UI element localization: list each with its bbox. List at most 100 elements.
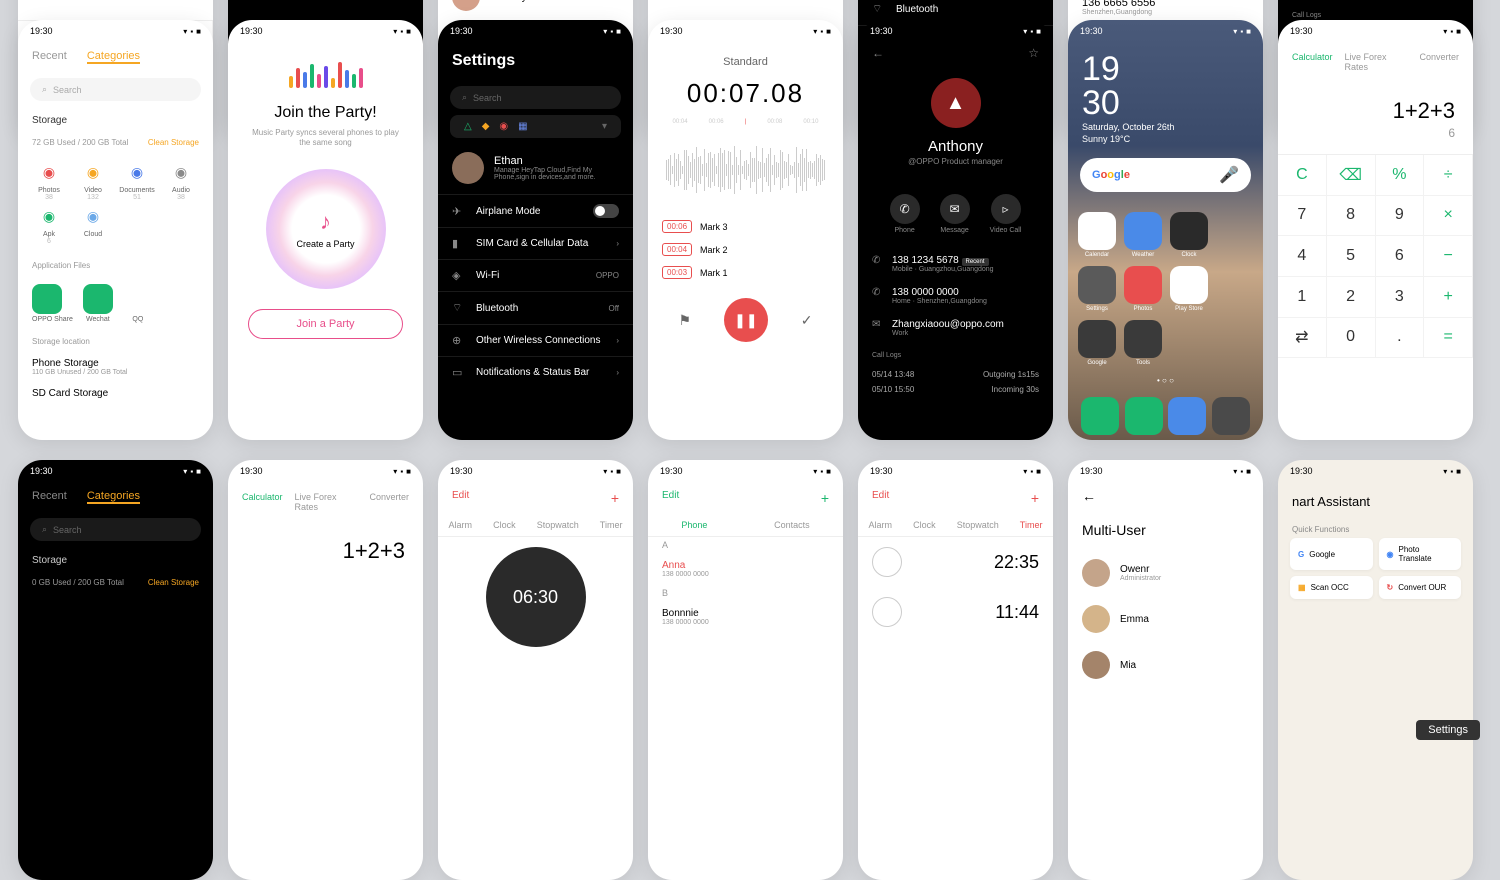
phone-row[interactable]: ✆138 1234 5678 RecentMobile · Guangzhou,…	[858, 248, 1053, 280]
app-settings[interactable]: Settings	[1078, 266, 1116, 312]
phone-storage[interactable]: Phone Storage	[32, 358, 199, 369]
app-weather[interactable]: Weather	[1124, 212, 1162, 258]
edit-button[interactable]: Edit	[452, 490, 469, 506]
user-row[interactable]: Mia	[1068, 642, 1263, 688]
app-oppo-share[interactable]: OPPO Share	[32, 284, 73, 323]
category-documents[interactable]: ◉Documents51	[116, 159, 158, 201]
join-party-button[interactable]: Join a Party	[248, 309, 403, 339]
search-input[interactable]: ⌕Search	[30, 78, 201, 101]
calc-key-C[interactable]: C	[1278, 155, 1327, 196]
clean-storage[interactable]: Clean Storage	[148, 138, 199, 147]
add-button[interactable]: +	[821, 490, 829, 506]
dock-app[interactable]	[1081, 397, 1119, 435]
tab-contacts[interactable]: Contacts	[774, 520, 810, 530]
clock-row[interactable]: 22:35	[858, 537, 1053, 587]
calc-key-7[interactable]: 7	[1278, 196, 1327, 237]
user-row[interactable]: OwenrAdministrator	[1068, 550, 1263, 596]
settings-pill[interactable]: Settings	[1416, 720, 1480, 740]
tab-calc[interactable]: Calculator	[242, 492, 283, 512]
setting-notifications---status-bar[interactable]: ▭Notifications & Status Bar›	[438, 356, 633, 388]
calc-key-3[interactable]: 3	[1376, 277, 1425, 318]
tab-alarm[interactable]: Alarm	[869, 520, 893, 530]
calc-key-8[interactable]: 8	[1327, 196, 1376, 237]
tab-converter[interactable]: Converter	[1419, 52, 1459, 72]
tab-recent[interactable]: Recent	[32, 50, 67, 64]
mark-row[interactable]: 00:06Mark 3	[648, 215, 843, 238]
tab-recent[interactable]: Recent	[32, 490, 67, 504]
calc-key-0[interactable]: 0	[1327, 318, 1376, 359]
calc-key-%[interactable]: %	[1376, 155, 1425, 196]
tab-stopwatch[interactable]: Stopwatch	[957, 520, 999, 530]
add-button[interactable]: +	[611, 490, 619, 506]
setting-wi-fi[interactable]: ◈Wi-FiOPPO	[438, 259, 633, 291]
calc-key-5[interactable]: 5	[1327, 236, 1376, 277]
calc-key-⌫[interactable]: ⌫	[1327, 155, 1376, 196]
flag-button[interactable]: ⚑	[678, 312, 691, 329]
action-message[interactable]: ✉Message	[940, 194, 970, 234]
contact-item[interactable]: Anna138 0000 0000	[648, 553, 843, 585]
calc-key-+[interactable]: +	[1424, 277, 1473, 318]
app-qq[interactable]: QQ	[123, 284, 153, 323]
category-photos[interactable]: ◉Photos38	[28, 159, 70, 201]
tab-forex[interactable]: Live Forex Rates	[295, 492, 358, 512]
clean-storage[interactable]: Clean Storage	[148, 578, 199, 587]
alarm-time[interactable]: 06:30	[486, 547, 586, 647]
calc-key-×[interactable]: ×	[1424, 196, 1473, 237]
google-search[interactable]: Google🎤	[1080, 158, 1251, 192]
setting-bluetooth[interactable]: ⌔BluetoothOff	[438, 291, 633, 324]
quick-convert-our[interactable]: ↻Convert OUR	[1379, 576, 1462, 599]
calc-key-÷[interactable]: ÷	[1424, 155, 1473, 196]
app-play-store[interactable]: Play Store	[1170, 266, 1208, 312]
contact-item[interactable]: Bonnnie138 0000 0000	[648, 601, 843, 633]
toggle[interactable]	[593, 204, 619, 218]
quick-google[interactable]: GGoogle	[1290, 538, 1373, 570]
tab-timer[interactable]: Timer	[1020, 520, 1043, 530]
calc-key-2[interactable]: 2	[1327, 277, 1376, 318]
done-button[interactable]: ✓	[801, 312, 813, 329]
tab-clock[interactable]: Clock	[493, 520, 516, 530]
setting-sim-card---cellular-data[interactable]: ▮SIM Card & Cellular Data›	[438, 227, 633, 259]
dock-app[interactable]	[1168, 397, 1206, 435]
calc-key-⇄[interactable]: ⇄	[1278, 318, 1327, 359]
tab-timer[interactable]: Timer	[600, 520, 623, 530]
user-row[interactable]: Emma	[1068, 596, 1263, 642]
quick-scan-occ[interactable]: ▦Scan OCC	[1290, 576, 1373, 599]
tab-clock[interactable]: Clock	[913, 520, 936, 530]
dock-app[interactable]	[1212, 397, 1250, 435]
calc-key-=[interactable]: =	[1424, 318, 1473, 359]
action-phone[interactable]: ✆Phone	[890, 194, 920, 234]
category-apk[interactable]: ◉Apk6	[28, 203, 70, 245]
star-button[interactable]: ☆	[1028, 46, 1039, 60]
setting-other-wireless-connections[interactable]: ⊕Other Wireless Connections›	[438, 324, 633, 356]
sd-storage[interactable]: SD Card Storage	[18, 380, 213, 407]
search-input[interactable]: ⌕Search	[30, 518, 201, 541]
search-input[interactable]: ⌕Search	[450, 86, 621, 109]
tab-alarm[interactable]: Alarm	[449, 520, 473, 530]
action-video-call[interactable]: ▹Video Call	[990, 194, 1022, 234]
calc-key-6[interactable]: 6	[1376, 236, 1425, 277]
category-cloud[interactable]: ◉Cloud	[72, 203, 114, 245]
calc-key-9[interactable]: 9	[1376, 196, 1425, 237]
tab-stopwatch[interactable]: Stopwatch	[537, 520, 579, 530]
back-button[interactable]: ←	[1068, 482, 1263, 510]
tab-conv[interactable]: Converter	[369, 492, 409, 512]
calc-key-1[interactable]: 1	[1278, 277, 1327, 318]
tab-categories[interactable]: Categories	[87, 50, 140, 64]
dock-app[interactable]	[1125, 397, 1163, 435]
create-party-button[interactable]: ♪Create a Party	[266, 169, 386, 289]
tab-forex[interactable]: Live Forex Rates	[1345, 52, 1408, 72]
app-clock[interactable]: Clock	[1170, 212, 1208, 258]
pause-button[interactable]: ❚❚	[724, 298, 768, 342]
setting-airplane-mode[interactable]: ✈Airplane Mode	[438, 194, 633, 227]
calc-key-−[interactable]: −	[1424, 236, 1473, 277]
tab-categories[interactable]: Categories	[87, 490, 140, 504]
quick-icons[interactable]: △◆◉▦▾	[450, 115, 621, 138]
category-audio[interactable]: ◉Audio38	[160, 159, 202, 201]
email-row[interactable]: ✉Zhangxiaoou@oppo.comWork	[858, 312, 1053, 344]
category-video[interactable]: ◉Video132	[72, 159, 114, 201]
calc-key-.[interactable]: .	[1376, 318, 1425, 359]
quick-photo-translate[interactable]: ◉Photo Translate	[1379, 538, 1462, 570]
edit-button[interactable]: Edit	[662, 490, 679, 506]
calc-key-4[interactable]: 4	[1278, 236, 1327, 277]
profile-row[interactable]: EthanManage HeyTap Cloud,Find My Phone,s…	[438, 142, 633, 194]
